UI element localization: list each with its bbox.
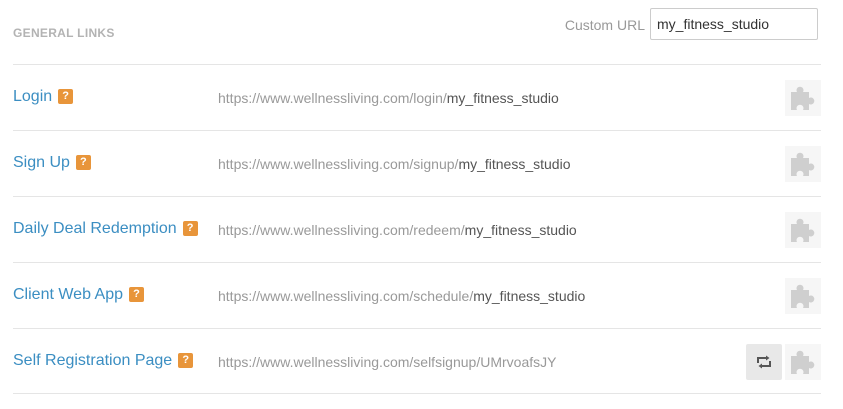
link-row-daily-deal-redemption: Daily Deal Redemption? https://www.welln…	[13, 196, 821, 262]
link-url: https://www.wellnessliving.com/signup/my…	[218, 156, 571, 172]
link-label: Daily Deal Redemption	[13, 220, 177, 237]
link-url: https://www.wellnessliving.com/redeem/my…	[218, 222, 577, 238]
link-url: https://www.wellnessliving.com/schedule/…	[218, 288, 585, 304]
link-url: https://www.wellnessliving.com/login/my_…	[218, 90, 559, 106]
link-url: https://www.wellnessliving.com/selfsignu…	[218, 354, 556, 370]
link-row-sign-up: Sign Up? https://www.wellnessliving.com/…	[13, 130, 821, 196]
link-row-self-registration-page: Self Registration Page? https://www.well…	[13, 328, 821, 394]
client-web-app-link[interactable]: Client Web App?	[13, 286, 144, 304]
login-link[interactable]: Login?	[13, 88, 74, 106]
url-base: https://www.wellnessliving.com/login/	[218, 90, 447, 106]
url-slug: my_fitness_studio	[464, 222, 577, 238]
puzzle-icon[interactable]	[785, 278, 821, 314]
help-icon[interactable]: ?	[58, 89, 74, 104]
refresh-icon	[757, 355, 771, 369]
link-label: Login	[13, 88, 53, 105]
url-base: https://www.wellnessliving.com/signup/	[218, 156, 459, 172]
help-icon[interactable]: ?	[75, 155, 91, 170]
link-row-login: Login? https://www.wellnessliving.com/lo…	[13, 64, 821, 130]
refresh-button[interactable]	[746, 344, 782, 380]
url-base: https://www.wellnessliving.com/redeem/	[218, 222, 465, 238]
url-slug: my_fitness_studio	[473, 288, 586, 304]
puzzle-icon[interactable]	[785, 146, 821, 182]
general-links-header: GENERAL LINKS Custom URL	[13, 0, 821, 64]
help-icon[interactable]: ?	[178, 353, 194, 368]
link-row-client-web-app: Client Web App? https://www.wellnesslivi…	[13, 262, 821, 328]
custom-url-input[interactable]	[650, 8, 818, 40]
help-icon[interactable]: ?	[182, 221, 198, 236]
sign-up-link[interactable]: Sign Up?	[13, 154, 91, 172]
section-title: GENERAL LINKS	[13, 26, 115, 40]
self-registration-page-link[interactable]: Self Registration Page?	[13, 352, 194, 370]
puzzle-icon[interactable]	[785, 80, 821, 116]
link-label: Client Web App	[13, 286, 123, 303]
custom-url-label: Custom URL	[564, 17, 645, 33]
links-list: Login? https://www.wellnessliving.com/lo…	[13, 64, 821, 394]
url-base: https://www.wellnessliving.com/schedule/	[218, 288, 474, 304]
link-label: Sign Up	[13, 154, 70, 171]
url-base: https://www.wellnessliving.com/selfsignu…	[218, 354, 557, 370]
puzzle-icon[interactable]	[785, 344, 821, 380]
daily-deal-redemption-link[interactable]: Daily Deal Redemption?	[13, 220, 198, 238]
url-slug: my_fitness_studio	[446, 90, 559, 106]
link-label: Self Registration Page	[13, 352, 173, 369]
url-slug: my_fitness_studio	[458, 156, 571, 172]
puzzle-icon[interactable]	[785, 212, 821, 248]
help-icon[interactable]: ?	[129, 287, 144, 302]
